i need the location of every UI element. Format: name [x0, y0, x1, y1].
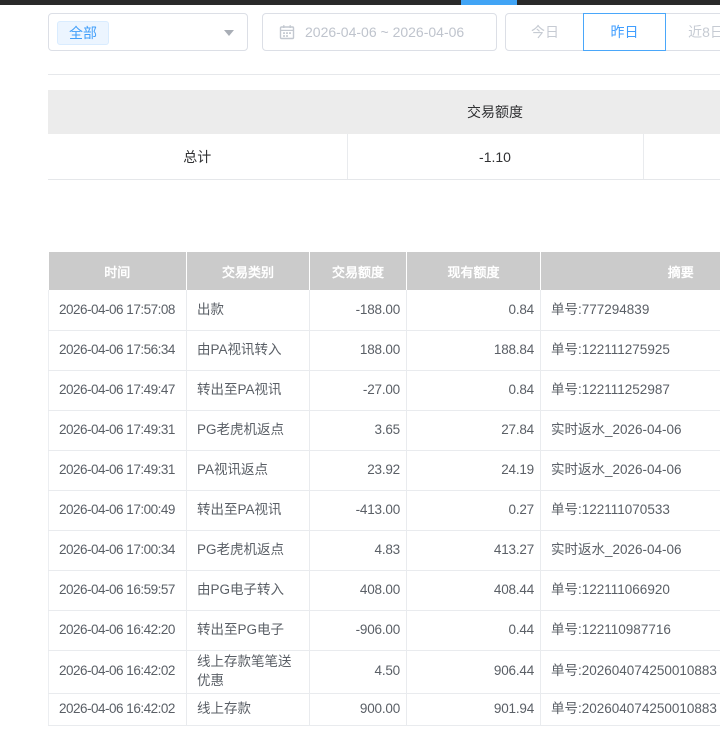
cell-type: 转出至PG电子: [187, 610, 310, 650]
cell-note: 单号:122111070533: [541, 490, 720, 530]
cell-note: 实时返水_2026-04-06: [541, 530, 720, 570]
cell-type: PA视讯返点: [187, 450, 310, 490]
summary-header-empty2: [643, 90, 720, 134]
cell-amount: -413.00: [310, 490, 407, 530]
transactions-table: 时间 交易类别 交易额度 现有额度 摘要 2026-04-06 17:57:08…: [48, 252, 720, 726]
cell-balance: 0.44: [407, 610, 541, 650]
cell-type: 转出至PA视讯: [187, 370, 310, 410]
summary-header-empty: [48, 90, 347, 134]
cell-time: 2026-04-06 17:49:31: [49, 450, 187, 490]
caret-down-icon: [224, 30, 234, 36]
cell-amount: 4.83: [310, 530, 407, 570]
cell-time: 2026-04-06 16:42:20: [49, 610, 187, 650]
cell-time: 2026-04-06 17:00:49: [49, 490, 187, 530]
quick-range-last8days[interactable]: 近8日: [665, 14, 720, 50]
column-header-type: 交易类别: [187, 252, 310, 290]
date-range-input[interactable]: 2026-04-06 ~ 2026-04-06: [262, 13, 497, 51]
summary-total-label: 总计: [48, 134, 347, 180]
cell-type: 线上存款笔笔送优惠: [187, 650, 310, 693]
quick-range-yesterday[interactable]: 昨日: [584, 14, 665, 50]
filter-bar: 全部 2026-04-06 ~ 2026-04-06 今日 昨日 近8日: [48, 13, 720, 51]
cell-note: 单号:122111252987: [541, 370, 720, 410]
column-header-amount: 交易额度: [310, 252, 407, 290]
table-row: 2026-04-06 16:42:02 线上存款 900.00 901.94 单…: [49, 693, 720, 725]
category-select[interactable]: 全部: [48, 13, 248, 51]
cell-time: 2026-04-06 17:49:47: [49, 370, 187, 410]
summary-total-value: -1.10: [347, 134, 643, 180]
date-range-value[interactable]: 2026-04-06 ~ 2026-04-06: [305, 24, 464, 40]
table-row: 2026-04-06 17:49:31 PG老虎机返点 3.65 27.84 实…: [49, 410, 720, 450]
cell-type: 由PA视讯转入: [187, 330, 310, 370]
cell-balance: 413.27: [407, 530, 541, 570]
table-row: 2026-04-06 17:49:31 PA视讯返点 23.92 24.19 实…: [49, 450, 720, 490]
cell-time: 2026-04-06 17:00:34: [49, 530, 187, 570]
cell-balance: 906.44: [407, 650, 541, 693]
table-row: 2026-04-06 16:59:57 由PG电子转入 408.00 408.4…: [49, 570, 720, 610]
quick-range-group: 今日 昨日 近8日: [505, 13, 720, 51]
active-tab-indicator: [461, 0, 517, 5]
cell-time: 2026-04-06 16:42:02: [49, 693, 187, 725]
cell-balance: 0.84: [407, 290, 541, 330]
cell-type: 出款: [187, 290, 310, 330]
summary-total-extra: [643, 134, 720, 180]
cell-amount: 23.92: [310, 450, 407, 490]
cell-type: 线上存款: [187, 693, 310, 725]
table-row: 2026-04-06 16:42:20 转出至PG电子 -906.00 0.44…: [49, 610, 720, 650]
section-divider: [48, 74, 720, 75]
cell-time: 2026-04-06 17:56:34: [49, 330, 187, 370]
cell-type: 由PG电子转入: [187, 570, 310, 610]
table-row: 2026-04-06 17:56:34 由PA视讯转入 188.00 188.8…: [49, 330, 720, 370]
cell-amount: 900.00: [310, 693, 407, 725]
cell-note: 单号:202604074250010883: [541, 693, 720, 725]
summary-header-amount: 交易额度: [347, 90, 643, 134]
cell-amount: 3.65: [310, 410, 407, 450]
cell-note: 单号:202604074250010883: [541, 650, 720, 693]
cell-note: 实时返水_2026-04-06: [541, 450, 720, 490]
cell-note: 实时返水_2026-04-06: [541, 410, 720, 450]
cell-amount: 4.50: [310, 650, 407, 693]
summary-total-row: 总计 -1.10: [48, 134, 720, 180]
table-row: 2026-04-06 17:49:47 转出至PA视讯 -27.00 0.84 …: [49, 370, 720, 410]
cell-amount: -188.00: [310, 290, 407, 330]
summary-table: 交易额度 总计 -1.10: [48, 90, 720, 180]
cell-type: 转出至PA视讯: [187, 490, 310, 530]
calendar-icon: [279, 24, 295, 40]
cell-time: 2026-04-06 16:42:02: [49, 650, 187, 693]
cell-type: PG老虎机返点: [187, 530, 310, 570]
cell-amount: 188.00: [310, 330, 407, 370]
cell-balance: 901.94: [407, 693, 541, 725]
cell-balance: 0.27: [407, 490, 541, 530]
cell-time: 2026-04-06 17:57:08: [49, 290, 187, 330]
cell-amount: -27.00: [310, 370, 407, 410]
quick-range-today[interactable]: 今日: [506, 14, 584, 50]
cell-amount: 408.00: [310, 570, 407, 610]
table-row: 2026-04-06 16:42:02 线上存款笔笔送优惠 4.50 906.4…: [49, 650, 720, 693]
table-row: 2026-04-06 17:00:34 PG老虎机返点 4.83 413.27 …: [49, 530, 720, 570]
summary-header-row: 交易额度: [48, 90, 720, 134]
cell-note: 单号:122111275925: [541, 330, 720, 370]
table-row: 2026-04-06 17:57:08 出款 -188.00 0.84 单号:7…: [49, 290, 720, 330]
cell-note: 单号:122110987716: [541, 610, 720, 650]
column-header-balance: 现有额度: [407, 252, 541, 290]
cell-balance: 27.84: [407, 410, 541, 450]
selected-category-tag[interactable]: 全部: [57, 21, 109, 45]
cell-time: 2026-04-06 16:59:57: [49, 570, 187, 610]
cell-balance: 188.84: [407, 330, 541, 370]
cell-amount: -906.00: [310, 610, 407, 650]
column-header-time: 时间: [49, 252, 187, 290]
cell-balance: 408.44: [407, 570, 541, 610]
table-row: 2026-04-06 17:00:49 转出至PA视讯 -413.00 0.27…: [49, 490, 720, 530]
cell-balance: 24.19: [407, 450, 541, 490]
page: 全部 2026-04-06 ~ 2026-04-06 今日 昨日 近8日: [0, 0, 720, 730]
column-header-note: 摘要: [541, 252, 720, 290]
cell-balance: 0.84: [407, 370, 541, 410]
cell-note: 单号:777294839: [541, 290, 720, 330]
browser-top-strip: [0, 0, 720, 5]
cell-note: 单号:122111066920: [541, 570, 720, 610]
table-header-row: 时间 交易类别 交易额度 现有额度 摘要: [49, 252, 720, 290]
cell-time: 2026-04-06 17:49:31: [49, 410, 187, 450]
cell-type: PG老虎机返点: [187, 410, 310, 450]
